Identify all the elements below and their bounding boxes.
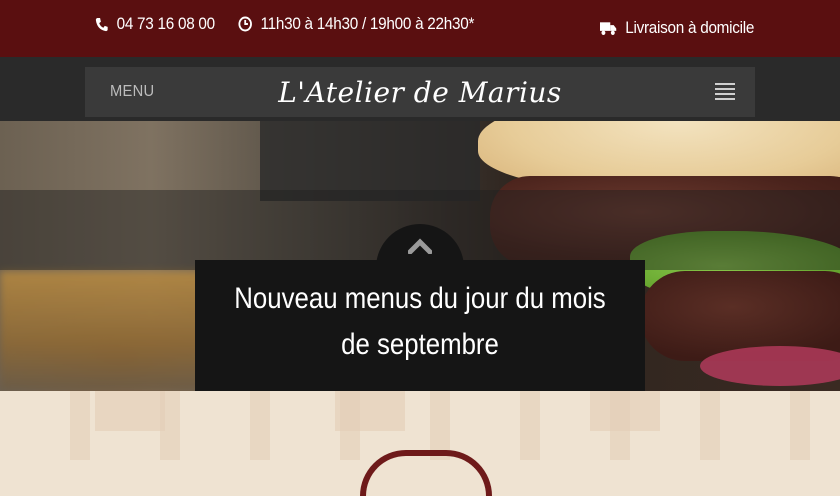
navbar: MENU L'Atelier de Marius	[85, 67, 755, 117]
delivery-link[interactable]: Livraison à domicile	[600, 4, 754, 52]
clock-icon	[238, 16, 252, 32]
navigation-area: MENU L'Atelier de Marius	[0, 57, 840, 121]
chevron-up-icon	[408, 238, 432, 254]
phone-link[interactable]: 04 73 16 08 00	[95, 0, 215, 48]
hero-caption[interactable]: Nouveau menus du jour du mois de septemb…	[195, 260, 645, 391]
phone-number: 04 73 16 08 00	[116, 14, 216, 33]
phone-icon	[95, 17, 108, 31]
background-board	[260, 121, 480, 201]
hours-text: 11h30 à 14h30 / 19h00 à 22h30*	[260, 14, 475, 33]
caption-text: Nouveau menus du jour du mois de septemb…	[234, 282, 606, 361]
truck-icon	[600, 21, 617, 35]
top-info-bar: 04 73 16 08 00 11h30 à 14h30 / 19h00 à 2…	[0, 0, 840, 57]
brand-logo[interactable]: L'Atelier de Marius	[85, 67, 755, 117]
delivery-label: Livraison à domicile	[625, 18, 755, 37]
burger-onion	[700, 346, 840, 386]
hamburger-icon[interactable]	[715, 83, 735, 101]
opening-hours: 11h30 à 14h30 / 19h00 à 22h30*	[238, 0, 474, 48]
